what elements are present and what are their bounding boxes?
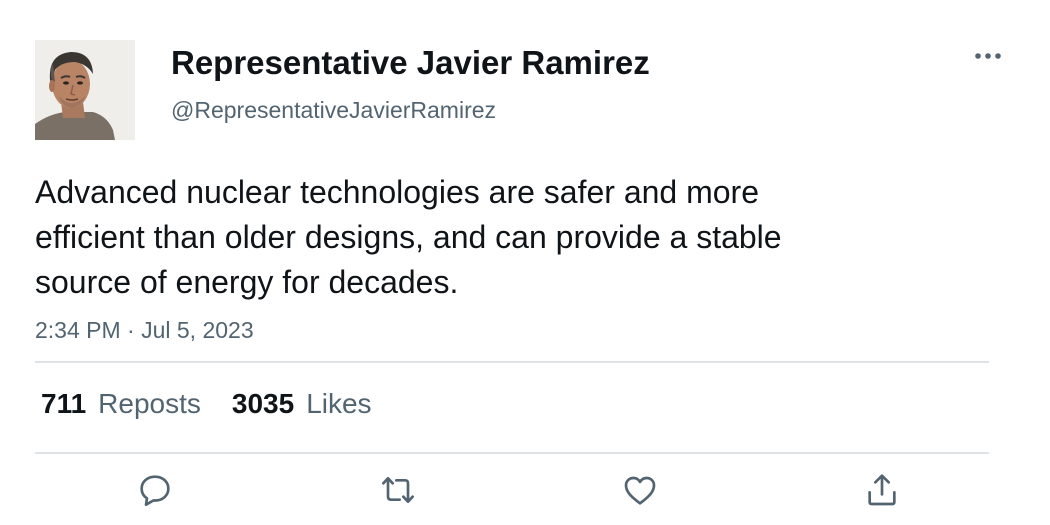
author-display-name[interactable]: Representative Javier Ramirez [171,42,650,84]
divider [35,452,989,454]
tweet-text: Advanced nuclear technologies are safer … [35,174,782,300]
repost-button[interactable] [373,470,423,520]
divider [35,361,989,363]
profile-photo [35,40,135,140]
reply-icon [140,475,170,506]
reposts-count: 711 [41,388,87,419]
reposts-label: Reposts [98,388,201,419]
avatar[interactable] [35,40,135,140]
repost-icon [382,477,414,503]
likes-label: Likes [306,388,372,419]
share-icon [868,474,896,506]
reposts-stat[interactable]: 711 Reposts [41,386,201,422]
share-button[interactable] [857,470,907,520]
engagement-stats: 711 Reposts 3035 Likes [41,386,372,422]
tweet-timestamp[interactable]: 2:34 PM · Jul 5, 2023 [35,314,254,346]
like-icon [624,476,656,505]
like-button[interactable] [615,470,665,520]
author-handle[interactable]: @RepresentativeJavierRamirez [171,94,496,126]
likes-stat[interactable]: 3035 Likes [232,386,372,422]
reply-button[interactable] [130,470,180,520]
likes-count: 3035 [231,388,295,419]
more-icon [975,53,1001,59]
more-options-button[interactable] [966,40,1010,72]
